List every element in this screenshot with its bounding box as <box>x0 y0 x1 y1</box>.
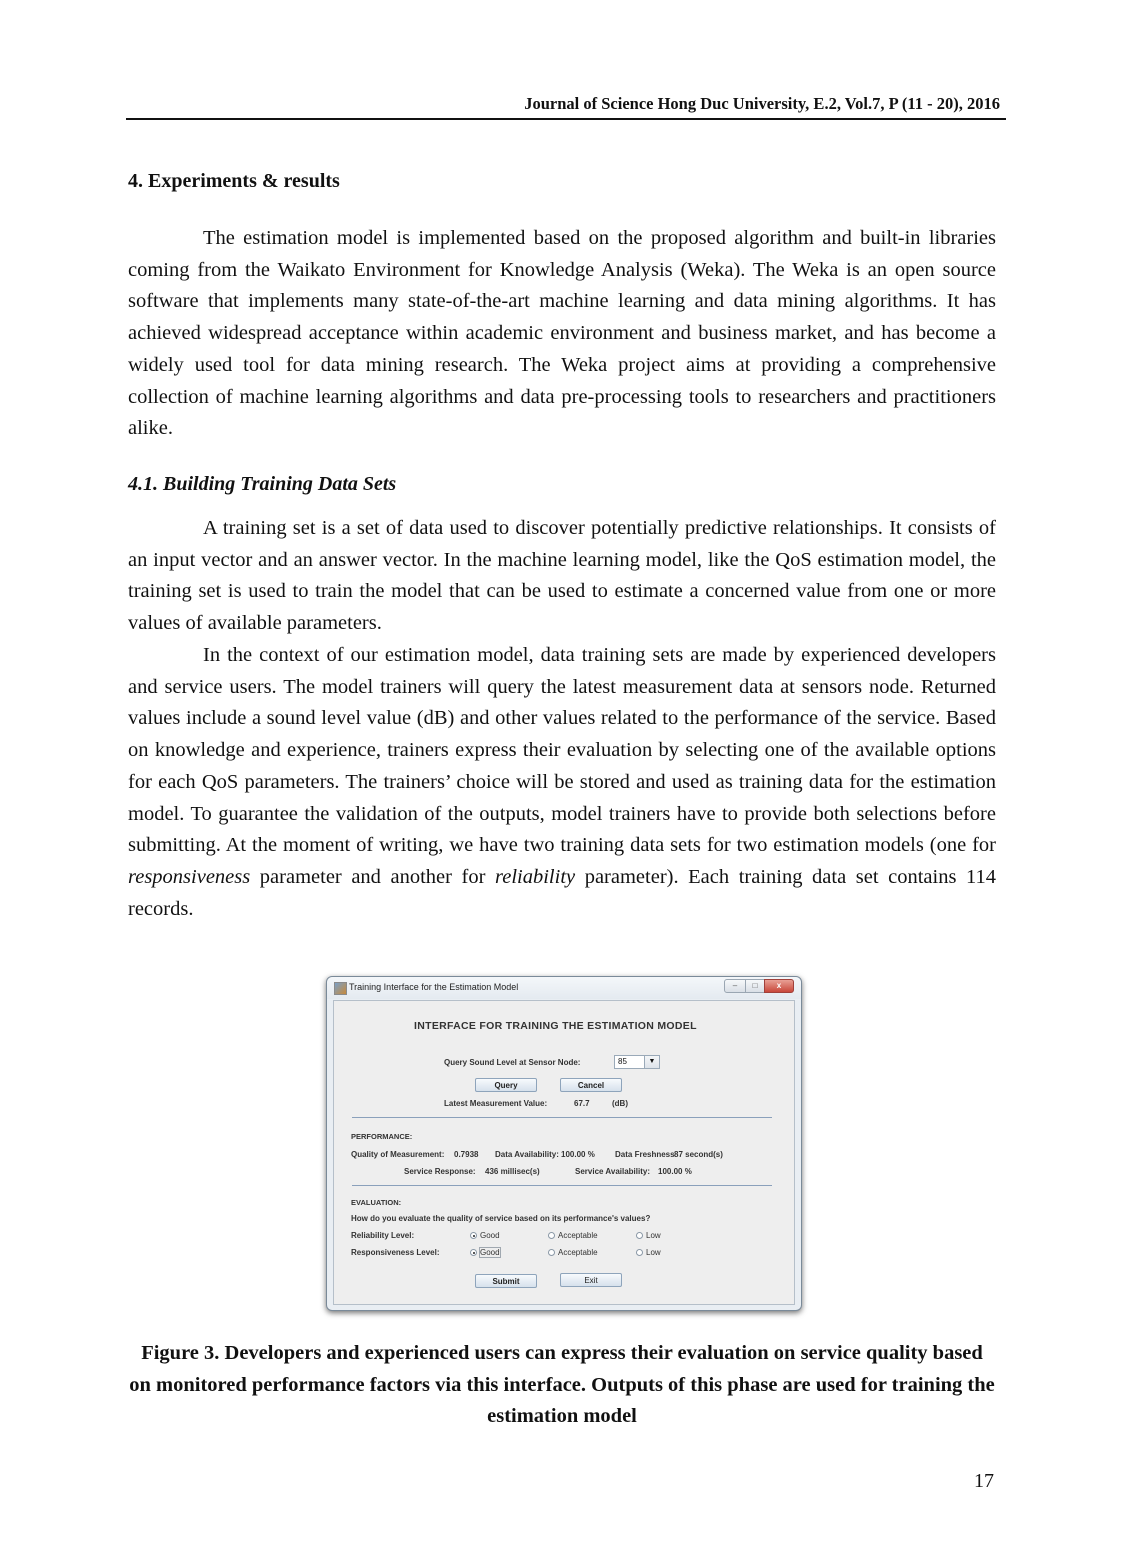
close-button[interactable]: x <box>764 979 794 993</box>
evaluation-question: How do you evaluate the quality of servi… <box>351 1214 651 1223</box>
reliability-acceptable-radio[interactable] <box>548 1232 555 1239</box>
reliability-level-label: Reliability Level: <box>351 1231 415 1240</box>
responsiveness-acceptable-label[interactable]: Acceptable <box>558 1248 598 1257</box>
separator <box>352 1117 772 1118</box>
reliability-low-label[interactable]: Low <box>646 1231 661 1240</box>
quality-value: 0.7938 <box>454 1150 479 1159</box>
quality-label: Quality of Measurement: <box>351 1150 445 1159</box>
running-header: Journal of Science Hong Duc University, … <box>126 92 1006 120</box>
subsection-heading: 4.1. Building Training Data Sets <box>128 473 397 495</box>
latest-measurement-unit: (dB) <box>612 1099 628 1108</box>
reliability-good-radio[interactable] <box>470 1232 477 1239</box>
subsection-paragraph-2: In the context of our estimation model, … <box>128 640 996 925</box>
separator <box>352 1185 772 1186</box>
responsiveness-good-label[interactable]: Good <box>479 1247 501 1258</box>
chevron-down-icon[interactable]: ▼ <box>644 1056 659 1068</box>
data-availability-value: 100.00 % <box>561 1150 595 1159</box>
responsiveness-low-label[interactable]: Low <box>646 1248 661 1257</box>
exit-button[interactable]: Exit <box>560 1273 622 1287</box>
data-freshness-value: 87 second(s) <box>674 1150 723 1159</box>
window-titlebar[interactable]: Training Interface for the Estimation Mo… <box>327 977 801 999</box>
window-title: Training Interface for the Estimation Mo… <box>349 982 519 992</box>
interface-main-title: INTERFACE FOR TRAINING THE ESTIMATION MO… <box>414 1020 697 1032</box>
section-paragraph: The estimation model is implemented base… <box>128 227 996 440</box>
reliability-acceptable-label[interactable]: Acceptable <box>558 1231 598 1240</box>
paragraph-text: parameter and another for <box>250 865 496 888</box>
query-sound-level-label: Query Sound Level at Sensor Node: <box>444 1058 581 1067</box>
responsiveness-level-label: Responsiveness Level: <box>351 1248 440 1257</box>
data-availability-label: Data Availability: <box>495 1150 559 1159</box>
sound-level-select[interactable]: 85 ▼ <box>614 1055 660 1069</box>
service-availability-label: Service Availability: <box>575 1167 650 1176</box>
figure-caption: Figure 3. Developers and experienced use… <box>129 1342 995 1427</box>
submit-button[interactable]: Submit <box>475 1274 537 1288</box>
cancel-button[interactable]: Cancel <box>560 1078 622 1092</box>
latest-measurement-value: 67.7 <box>574 1099 590 1108</box>
paragraph-text: In the context of our estimation model, … <box>128 644 996 857</box>
page-number: 17 <box>974 1470 994 1492</box>
section-heading: 4. Experiments & results <box>128 170 340 192</box>
responsiveness-low-radio[interactable] <box>636 1249 643 1256</box>
performance-heading: PERFORMANCE: <box>351 1132 413 1141</box>
emphasis-responsiveness: responsiveness <box>128 865 251 888</box>
subsection-paragraph-1: A training set is a set of data used to … <box>128 517 996 635</box>
query-button[interactable]: Query <box>475 1078 537 1092</box>
sound-level-value: 85 <box>618 1057 627 1066</box>
service-availability-value: 100.00 % <box>658 1167 692 1176</box>
maximize-button[interactable]: □ <box>745 979 765 993</box>
minimize-button[interactable]: – <box>724 979 746 993</box>
responsiveness-acceptable-radio[interactable] <box>548 1249 555 1256</box>
service-response-value: 436 millisec(s) <box>485 1167 540 1176</box>
window-content: INTERFACE FOR TRAINING THE ESTIMATION MO… <box>333 1000 795 1305</box>
emphasis-reliability: reliability <box>495 865 576 888</box>
responsiveness-good-radio[interactable] <box>470 1249 477 1256</box>
latest-measurement-label: Latest Measurement Value: <box>444 1099 548 1108</box>
service-response-label: Service Response: <box>404 1167 476 1176</box>
reliability-good-label[interactable]: Good <box>480 1231 500 1240</box>
training-interface-window: Training Interface for the Estimation Mo… <box>326 976 802 1311</box>
reliability-low-radio[interactable] <box>636 1232 643 1239</box>
java-app-icon <box>334 982 347 995</box>
evaluation-heading: EVALUATION: <box>351 1198 402 1207</box>
data-freshness-label: Data Freshness <box>615 1150 675 1159</box>
